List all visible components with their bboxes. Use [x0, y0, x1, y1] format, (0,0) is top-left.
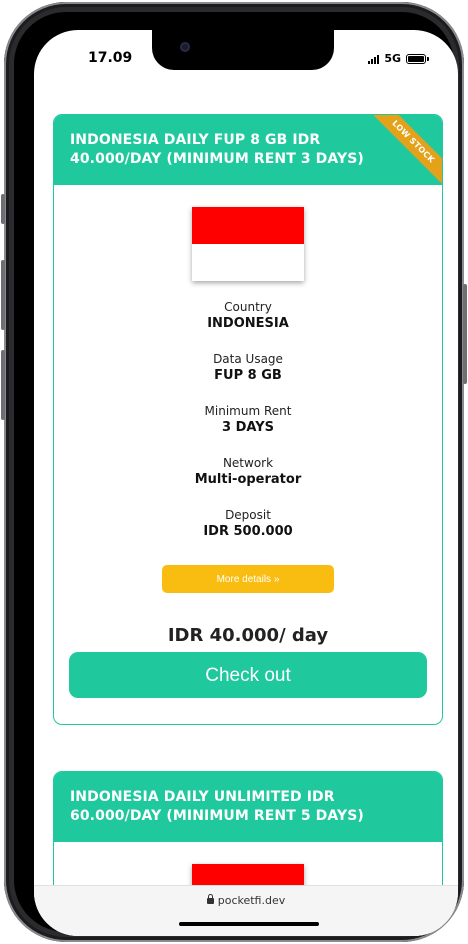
flag-white-stripe: [192, 244, 304, 281]
badge-container: LOW STOCK: [364, 115, 442, 193]
flag-red-stripe: [192, 207, 304, 244]
network-type: 5G: [384, 52, 401, 65]
field-value: IDR 500.000: [203, 524, 293, 539]
battery-icon: [406, 53, 429, 64]
field-label: Minimum Rent: [204, 404, 292, 418]
indonesia-flag-icon: [192, 207, 304, 281]
page-content[interactable]: LOW STOCK INDONESIA DAILY FUP 8 GB IDR 4…: [34, 30, 458, 936]
checkout-button[interactable]: Check out: [69, 652, 427, 698]
field-country: Country INDONESIA: [54, 299, 442, 333]
field-value: FUP 8 GB: [214, 368, 282, 383]
field-value: 3 DAYS: [222, 420, 274, 435]
phone-bezel: 17.09 5G LOW STOCK INDONESIA DAILY FUP 8…: [14, 12, 458, 936]
address-bar[interactable]: pocketfi.dev: [34, 894, 458, 907]
field-data-usage: Data Usage FUP 8 GB: [54, 351, 442, 385]
card-title: INDONESIA DAILY UNLIMITED IDR 60.000/DAY…: [54, 772, 442, 842]
signal-icon: [368, 54, 380, 64]
field-network: Network Multi-operator: [54, 455, 442, 489]
home-indicator[interactable]: [179, 922, 319, 926]
camera-icon: [180, 42, 190, 52]
field-value: INDONESIA: [207, 316, 289, 331]
url-text: pocketfi.dev: [217, 894, 286, 907]
phone-frame: 17.09 5G LOW STOCK INDONESIA DAILY FUP 8…: [1, 2, 467, 942]
field-value: Multi-operator: [194, 472, 302, 487]
status-indicators: 5G: [368, 52, 429, 65]
field-deposit: Deposit IDR 500.000: [54, 507, 442, 541]
product-card: LOW STOCK INDONESIA DAILY FUP 8 GB IDR 4…: [53, 114, 443, 725]
field-label: Network: [222, 456, 274, 470]
low-stock-badge: LOW STOCK: [367, 115, 442, 188]
notch: [152, 30, 334, 70]
side-button-power: [463, 284, 467, 384]
more-details-button[interactable]: More details »: [162, 565, 334, 593]
browser-bottom-bar: pocketfi.dev: [34, 885, 458, 936]
status-time: 17.09: [88, 50, 133, 66]
side-button-mute: [1, 194, 5, 224]
field-label: Data Usage: [213, 352, 283, 366]
phone-screen: 17.09 5G LOW STOCK INDONESIA DAILY FUP 8…: [34, 30, 458, 936]
field-label: Deposit: [225, 508, 271, 522]
side-button-volume-down: [1, 350, 5, 420]
side-button-volume-up: [1, 260, 5, 330]
lock-icon: [206, 894, 214, 904]
price-label: IDR 40.000/ day: [167, 625, 329, 646]
field-label: Country: [224, 300, 272, 314]
field-minimum-rent: Minimum Rent 3 DAYS: [54, 403, 442, 437]
